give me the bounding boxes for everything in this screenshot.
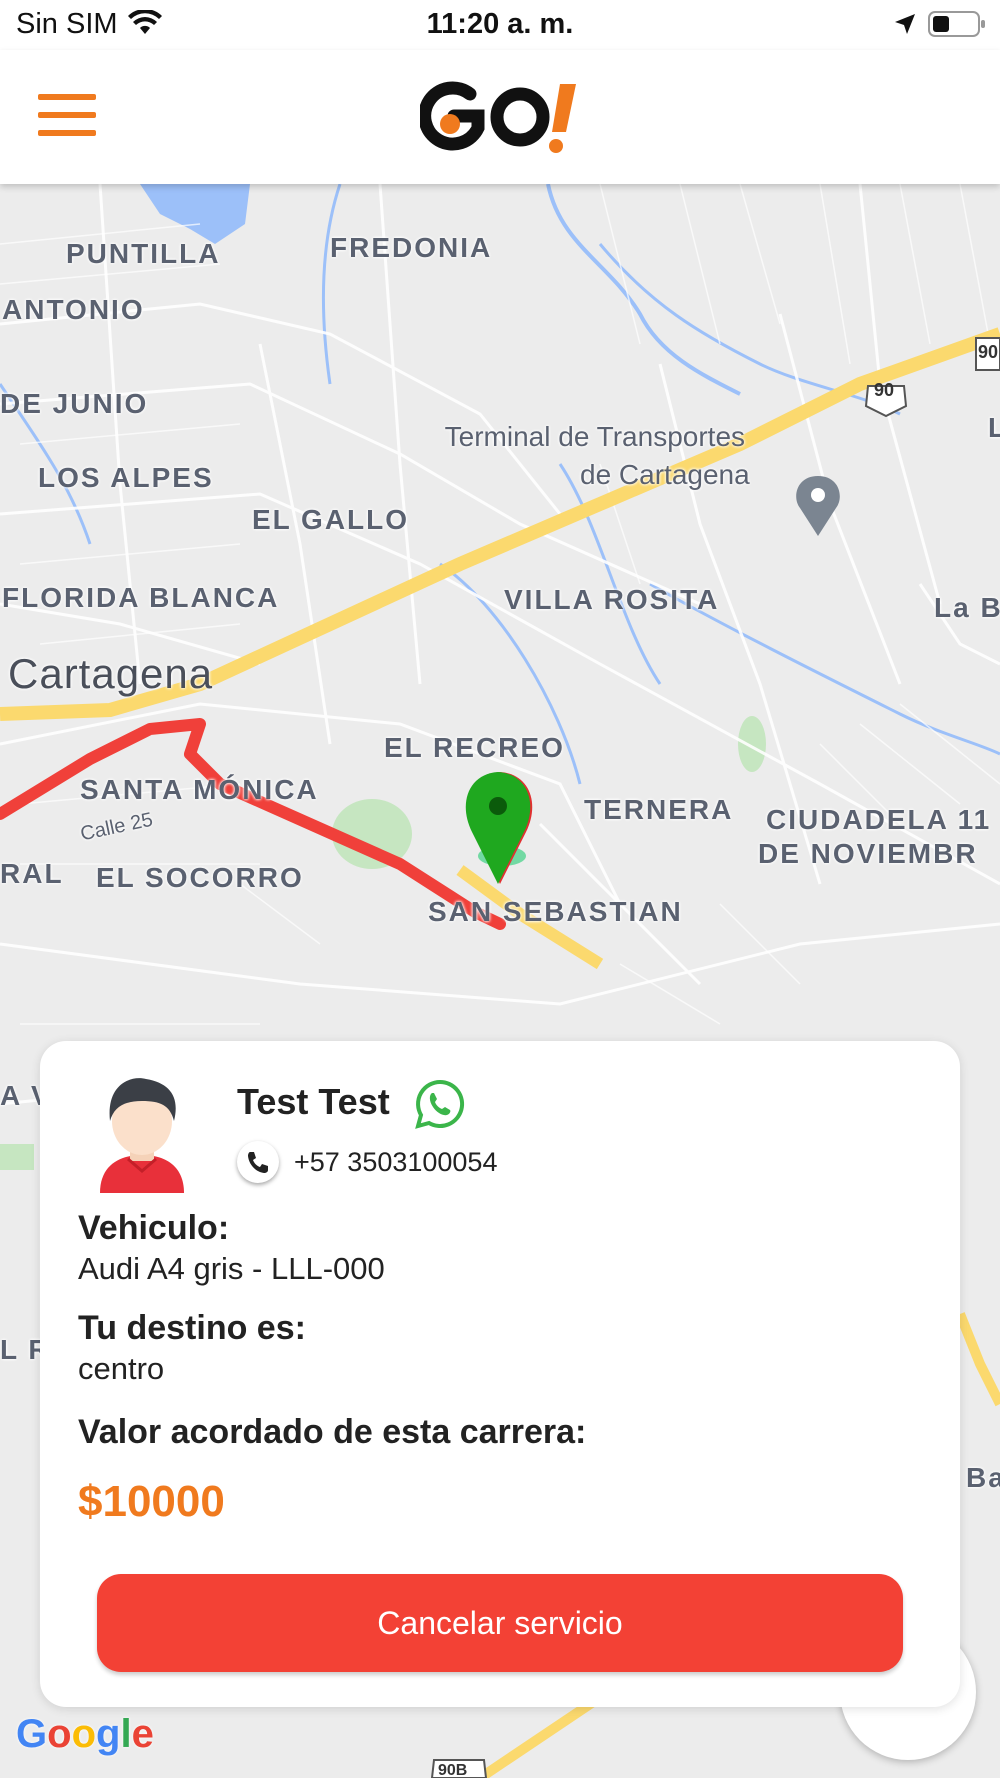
clock: 11:20 a. m. xyxy=(426,8,574,40)
driver-avatar xyxy=(100,1078,184,1193)
poi-pin-icon xyxy=(796,476,840,536)
go-logo xyxy=(420,81,576,153)
destination-label: Tu destino es: xyxy=(78,1309,306,1347)
map-label: La B xyxy=(934,592,1000,623)
trip-info-card: Test Test +57 3503100054 Vehiculo: Audi … xyxy=(40,1041,960,1707)
map-label: CIUDADELA 11 xyxy=(766,804,992,835)
vehicle-value: Audi A4 gris - LLL-000 xyxy=(78,1251,385,1286)
city-label: Cartagena xyxy=(8,650,214,697)
driver-phone[interactable]: +57 3503100054 xyxy=(294,1147,497,1178)
price-value: $10000 xyxy=(78,1477,225,1526)
map-label: DE JUNIO xyxy=(0,388,149,419)
map-label: EL GALLO xyxy=(252,504,410,535)
menu-button[interactable] xyxy=(38,94,96,138)
app-header xyxy=(0,50,1000,184)
map-label: RAL xyxy=(0,858,64,889)
map-label: ANTONIO xyxy=(2,294,145,325)
map-label: EL SOCORRO xyxy=(96,862,304,893)
map-label: SAN SEBASTIAN xyxy=(428,896,683,927)
call-button[interactable] xyxy=(237,1141,279,1183)
route-shield-label: 90B xyxy=(438,1762,468,1778)
driver-name: Test Test xyxy=(237,1081,390,1122)
phone-icon xyxy=(248,1152,268,1173)
map-label: FLORIDA BLANCA xyxy=(2,582,280,613)
battery-icon xyxy=(928,11,985,37)
location-arrow-icon xyxy=(895,14,915,34)
price-label: Valor acordado de esta carrera: xyxy=(78,1413,587,1451)
map-label: FREDONIA xyxy=(330,232,493,263)
map-label: DE NOVIEMBR xyxy=(758,838,978,869)
menu-bar xyxy=(38,130,96,136)
poi-label-line: Terminal de Transportes xyxy=(444,421,746,452)
cancel-service-button[interactable]: Cancelar servicio xyxy=(97,1574,903,1672)
whatsapp-icon[interactable] xyxy=(415,1079,465,1129)
map-label: TERNERA xyxy=(584,794,734,825)
map-label: VILLA ROSITA xyxy=(504,584,720,615)
map-marker-icon xyxy=(465,772,533,884)
map-label: SANTA MÓNICA xyxy=(80,774,319,805)
menu-bar xyxy=(38,112,96,118)
poi-label[interactable]: Terminal de Transportes de Cartagena xyxy=(440,418,750,494)
google-logo: Google xyxy=(16,1712,154,1756)
map-label: EL RECREO xyxy=(384,732,565,763)
map-label: LOS ALPES xyxy=(38,462,214,493)
route-shield-label: 90 xyxy=(874,380,895,400)
status-bar: Sin SIM 11:20 a. m. xyxy=(0,0,1000,50)
map-label: Ba xyxy=(966,1462,1000,1493)
poi-label-line: de Cartagena xyxy=(580,459,750,490)
route-shield-label: 90 xyxy=(978,342,999,362)
map-label: L xyxy=(988,412,1000,443)
vehicle-label: Vehiculo: xyxy=(78,1209,230,1247)
destination-value: centro xyxy=(78,1351,165,1386)
map-label: PUNTILLA xyxy=(66,238,221,269)
menu-bar xyxy=(38,94,96,100)
